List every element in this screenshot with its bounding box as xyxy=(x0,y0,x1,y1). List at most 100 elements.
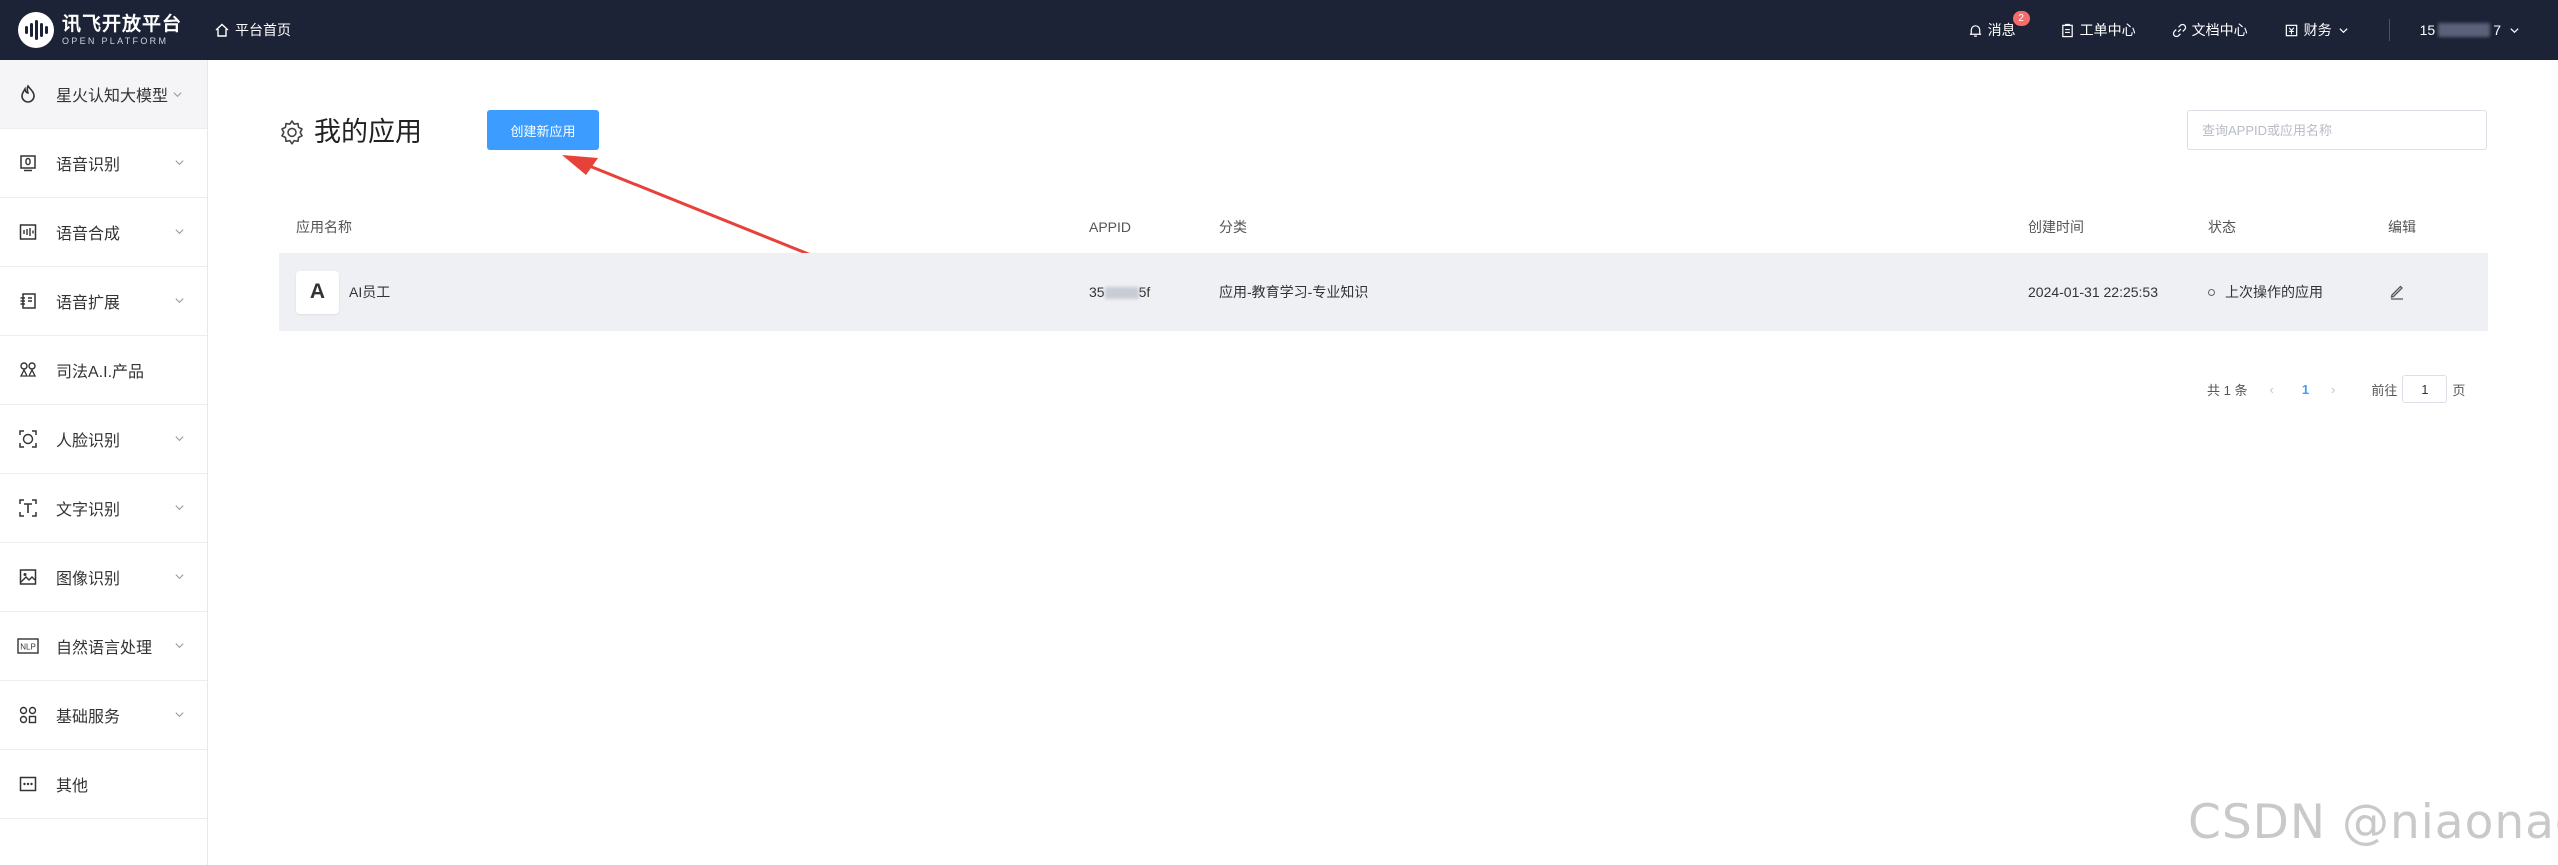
sidebar: 星火认知大模型 语音识别 语音合成 语音扩展 司法A.I.产品 人脸识别 文字识… xyxy=(0,60,208,865)
pagination: 共 1 条 ‹ 1 › 前往 页 xyxy=(2207,375,2465,403)
sidebar-item-label: 语音识别 xyxy=(56,157,121,174)
table-row[interactable]: A AI员工 35 5f 应用-教育学习-专业知识 2024-01-31 22:2… xyxy=(279,253,2488,331)
status-dot-icon xyxy=(2208,288,2215,296)
text-recognition-icon xyxy=(16,496,40,520)
user-account-menu[interactable]: 15 7 xyxy=(2420,22,2520,38)
redacted-phone xyxy=(2438,23,2491,37)
app-created-time: 2024-01-31 22:25:53 xyxy=(2028,284,2158,300)
app-status-text: 上次操作的应用 xyxy=(2225,284,2323,300)
sidebar-item-face-recognition[interactable]: 人脸识别 xyxy=(0,405,207,474)
more-icon xyxy=(16,772,40,796)
logo-mark-icon xyxy=(18,12,54,48)
voice-extension-icon xyxy=(16,289,40,313)
sidebar-item-label: 星火认知大模型 xyxy=(56,88,169,105)
page-number[interactable]: 1 xyxy=(2302,382,2309,397)
voice-recognition-icon xyxy=(16,151,40,175)
home-link-label: 平台首页 xyxy=(235,22,292,38)
sidebar-item-nlp[interactable]: NLP 自然语言处理 xyxy=(0,612,207,681)
nav-ticket-center-label: 工单中心 xyxy=(2079,22,2136,38)
app-status: 上次操作的应用 xyxy=(2208,282,2388,302)
messages-count-badge: 2 xyxy=(2012,11,2030,26)
clipboard-icon xyxy=(2061,23,2073,37)
header-edit: 编辑 xyxy=(2388,218,2416,235)
home-link[interactable]: 平台首页 xyxy=(214,20,291,40)
page-unit-label: 页 xyxy=(2452,382,2466,398)
sidebar-item-image-recognition[interactable]: 图像识别 xyxy=(0,543,207,612)
sidebar-item-basic-services[interactable]: 基础服务 xyxy=(0,681,207,750)
watermark: CSDN @niaonao xyxy=(2188,795,2558,850)
chevron-down-icon xyxy=(175,574,184,580)
gear-icon xyxy=(281,119,303,145)
nav-messages[interactable]: 消息 2 xyxy=(1968,11,2030,40)
chevron-down-icon xyxy=(175,229,184,235)
nav-docs-center-label: 文档中心 xyxy=(2191,22,2248,38)
redacted-appid xyxy=(1104,287,1139,300)
app-avatar: A xyxy=(296,270,339,314)
nav-divider xyxy=(2388,19,2390,41)
chevron-down-icon xyxy=(175,643,184,649)
face-recognition-icon xyxy=(16,427,40,451)
header-appid: APPID xyxy=(1089,218,1132,235)
finance-icon xyxy=(2285,24,2297,36)
app-id: 35 5f xyxy=(1089,284,1151,300)
user-phone-suffix: 7 xyxy=(2493,22,2501,38)
nav-docs-center[interactable]: 文档中心 xyxy=(2172,20,2248,40)
next-page-button[interactable]: › xyxy=(2331,382,2335,397)
sidebar-item-spark-model[interactable]: 星火认知大模型 xyxy=(0,60,207,129)
top-navbar: 讯飞开放平台 OPEN PLATFORM 平台首页 消息 2 工单中心 文档中心… xyxy=(0,0,2558,60)
home-icon xyxy=(215,23,229,37)
chevron-down-icon xyxy=(175,298,184,304)
edit-icon[interactable] xyxy=(2388,282,2406,300)
sidebar-item-judicial-ai[interactable]: 司法A.I.产品 xyxy=(0,336,207,405)
sidebar-item-label: 司法A.I.产品 xyxy=(56,364,145,381)
sidebar-item-label: 文字识别 xyxy=(56,502,121,519)
sidebar-item-label: 语音合成 xyxy=(56,226,121,243)
user-phone-prefix: 15 xyxy=(2419,22,2436,38)
bell-icon xyxy=(1969,24,1981,37)
svg-text:NLP: NLP xyxy=(20,643,36,652)
sidebar-item-text-recognition[interactable]: 文字识别 xyxy=(0,474,207,543)
chevron-down-icon xyxy=(175,712,184,718)
link-icon xyxy=(2172,23,2186,37)
sidebar-item-speech-synthesis[interactable]: 语音合成 xyxy=(0,198,207,267)
nav-finance[interactable]: 财务 xyxy=(2284,20,2349,40)
header-created-time: 创建时间 xyxy=(2028,218,2084,235)
header-status: 状态 xyxy=(2208,218,2236,235)
header-category: 分类 xyxy=(1219,218,1247,235)
sidebar-item-voice-recognition[interactable]: 语音识别 xyxy=(0,129,207,198)
prev-page-button[interactable]: ‹ xyxy=(2269,382,2273,397)
logo[interactable]: 讯飞开放平台 OPEN PLATFORM xyxy=(18,0,182,60)
speech-synthesis-icon xyxy=(16,220,40,244)
page-title: 我的应用 xyxy=(314,117,422,147)
nav-ticket-center[interactable]: 工单中心 xyxy=(2060,20,2136,40)
chevron-down-icon xyxy=(2510,27,2519,33)
header-app-name: 应用名称 xyxy=(296,218,352,235)
nav-finance-label: 财务 xyxy=(2303,22,2332,38)
basic-services-icon xyxy=(16,703,40,727)
sidebar-item-voice-extension[interactable]: 语音扩展 xyxy=(0,267,207,336)
app-name[interactable]: AI员工 xyxy=(349,282,390,302)
goto-label: 前往 xyxy=(2371,382,2398,398)
nav-messages-label: 消息 xyxy=(1987,22,2016,38)
sidebar-item-label: 其他 xyxy=(56,778,89,795)
nlp-icon: NLP xyxy=(16,634,40,658)
chevron-down-icon xyxy=(175,436,184,442)
main-content: 我的应用 创建新应用 应用名称 APPID 分类 创建时间 状态 编辑 A AI… xyxy=(208,60,2558,865)
create-app-button[interactable]: 创建新应用 xyxy=(487,110,599,150)
table-header: 应用名称 APPID 分类 创建时间 状态 编辑 xyxy=(279,200,2488,253)
sidebar-item-label: 图像识别 xyxy=(56,571,121,588)
sidebar-item-label: 基础服务 xyxy=(56,709,121,726)
goto-page-input[interactable] xyxy=(2402,375,2448,403)
sidebar-item-other[interactable]: 其他 xyxy=(0,750,207,819)
chevron-down-icon xyxy=(173,91,182,97)
chevron-down-icon xyxy=(2339,27,2348,33)
image-recognition-icon xyxy=(16,565,40,589)
judicial-ai-icon xyxy=(16,358,40,382)
sidebar-item-label: 人脸识别 xyxy=(56,433,121,450)
sidebar-item-label: 自然语言处理 xyxy=(56,640,153,657)
spark-icon xyxy=(16,82,40,106)
apps-table: 应用名称 APPID 分类 创建时间 状态 编辑 A AI员工 35 5f 应用-… xyxy=(279,200,2488,331)
search-input[interactable] xyxy=(2187,110,2487,150)
chevron-down-icon xyxy=(175,505,184,511)
sidebar-item-label: 语音扩展 xyxy=(56,295,121,312)
